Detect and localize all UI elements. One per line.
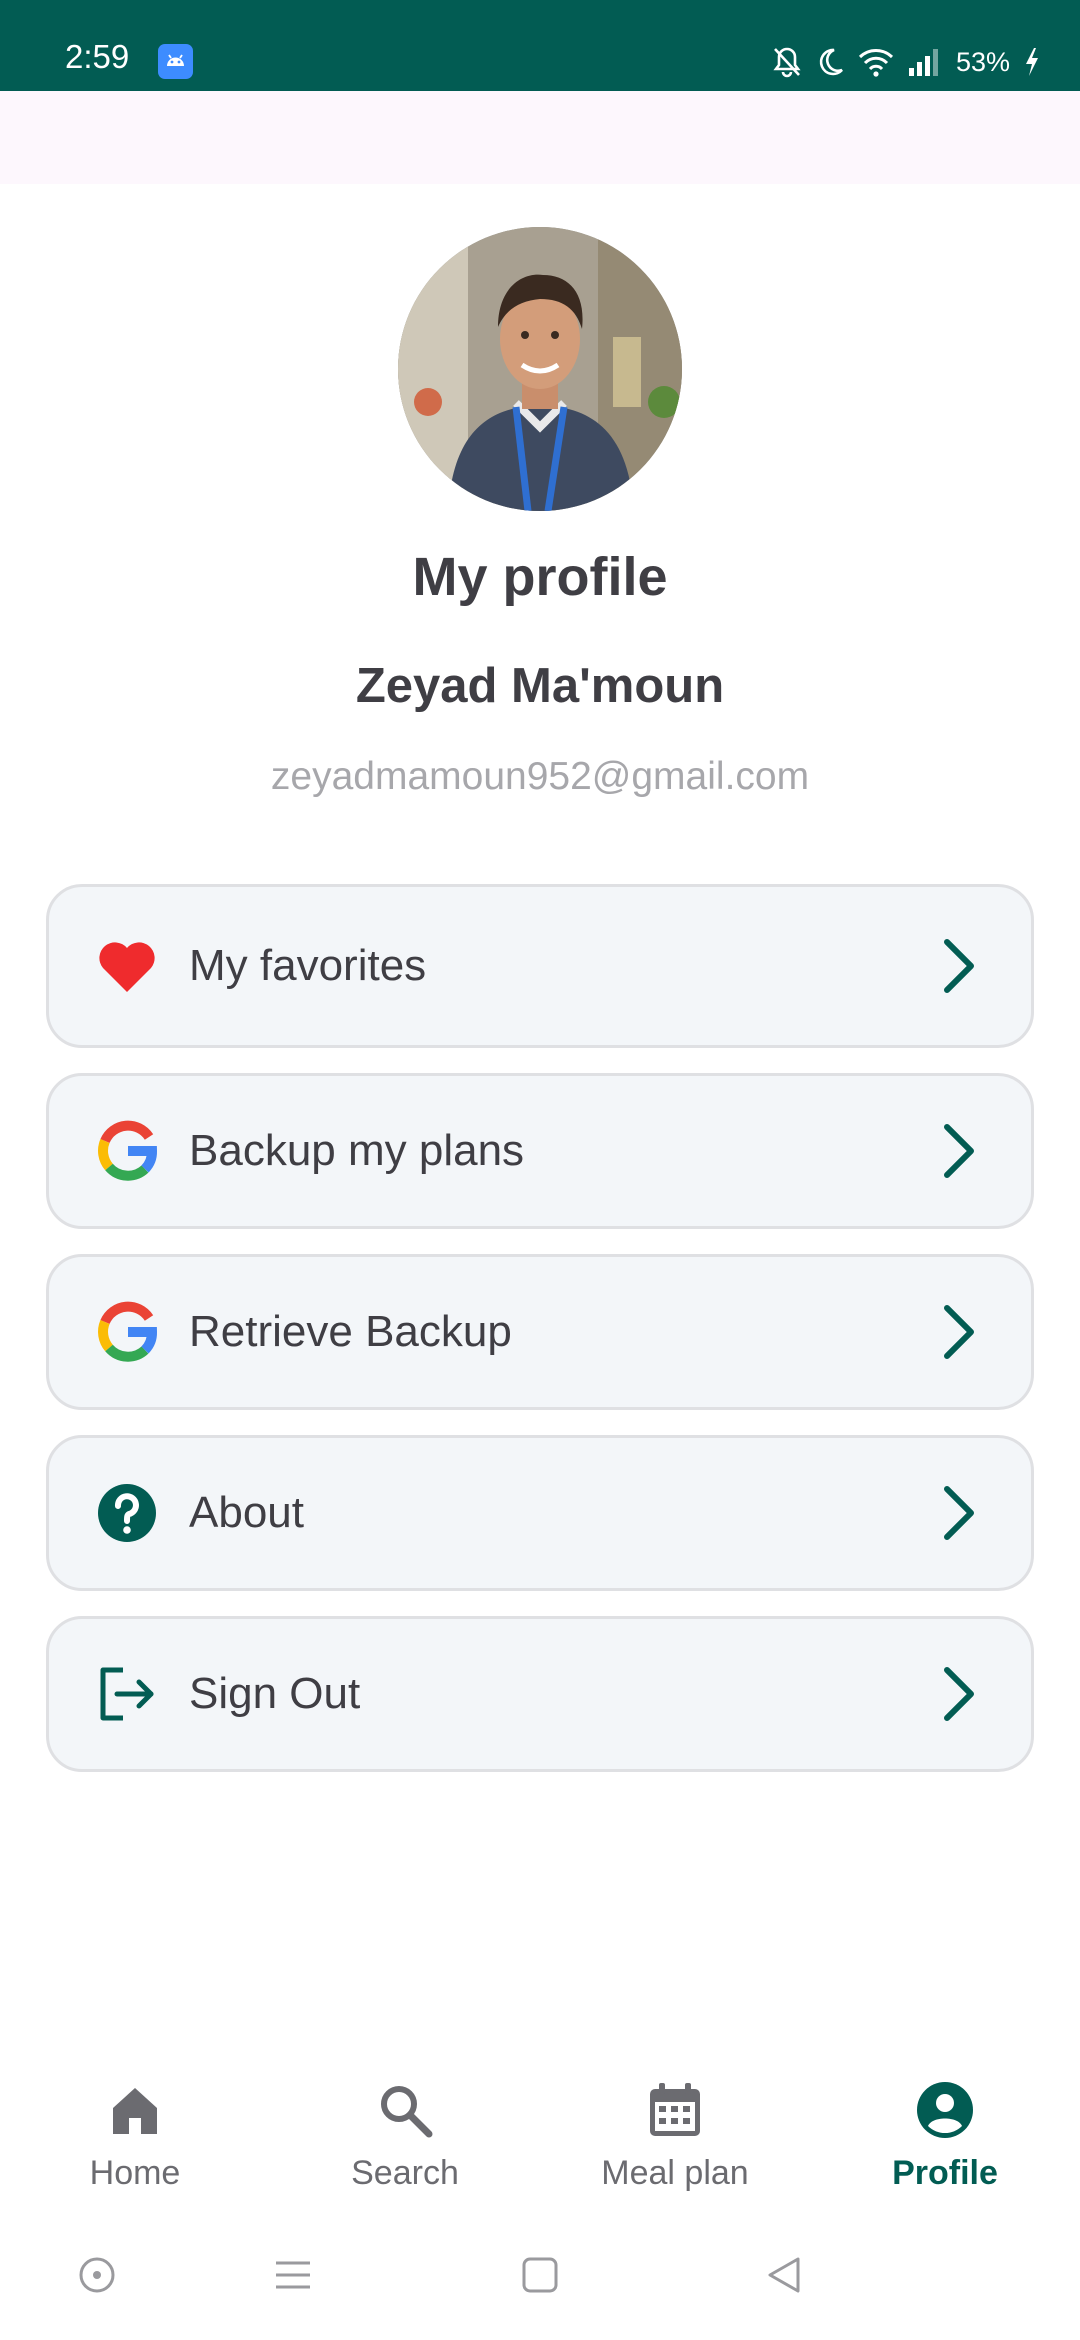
home-icon: [113, 2088, 157, 2134]
calendar-icon: [650, 2083, 700, 2136]
user-name: Zeyad Ma'moun: [355, 659, 725, 713]
bottom-navigation: Home Search Meal plan Profile: [0, 2060, 1080, 2220]
user-email: zeyadmamoun952@gmail.com: [270, 755, 810, 798]
chevron-right-icon: [939, 936, 979, 996]
signal-icon: [908, 49, 938, 76]
top-app-bar: [0, 91, 1080, 184]
account-icon: [917, 2082, 973, 2138]
retrieve-backup-button[interactable]: Retrieve Backup: [46, 1254, 1034, 1410]
wifi-icon: [858, 49, 893, 77]
notifications-off-icon: [773, 47, 801, 78]
menu-icon[interactable]: [273, 2255, 313, 2295]
nav-home-label: Home: [89, 2154, 181, 2192]
chevron-right-icon: [939, 1121, 979, 1181]
heart-icon: [95, 934, 159, 998]
charging-icon: [1026, 48, 1038, 76]
chevron-right-icon: [939, 1483, 979, 1543]
google-icon: [95, 1119, 159, 1183]
assistant-icon[interactable]: [77, 2255, 117, 2295]
help-icon: [95, 1481, 159, 1545]
search-icon: [381, 2086, 433, 2138]
retrieve-backup-label: Retrieve Backup: [189, 1307, 512, 1356]
logout-icon: [95, 1662, 159, 1726]
back-icon[interactable]: [764, 2255, 804, 2295]
nav-profile[interactable]: Profile: [810, 2060, 1080, 2220]
sign-out-button[interactable]: Sign Out: [46, 1616, 1034, 1772]
google-icon: [95, 1300, 159, 1364]
avatar[interactable]: [398, 227, 682, 511]
home-square-icon[interactable]: [520, 2255, 560, 2295]
moon-icon: [819, 48, 843, 76]
chevron-right-icon: [939, 1302, 979, 1362]
battery-percentage: 53%: [955, 46, 1010, 77]
nav-search[interactable]: Search: [270, 2060, 540, 2220]
backup-plans-label: Backup my plans: [189, 1126, 525, 1175]
nav-profile-label: Profile: [892, 2154, 998, 2192]
about-label: About: [189, 1488, 304, 1537]
nav-meal-plan-label: Meal plan: [601, 2154, 749, 2192]
profile-screen: 2:59 53% My profile Zeyad Ma'moun zeyadm…: [0, 0, 1080, 2340]
status-bar: 2:59 53%: [0, 0, 1080, 91]
chevron-right-icon: [939, 1664, 979, 1724]
system-navigation-bar: [0, 2230, 1080, 2340]
status-time: 2:59: [65, 38, 130, 75]
backup-plans-button[interactable]: Backup my plans: [46, 1073, 1034, 1229]
nav-meal-plan[interactable]: Meal plan: [540, 2060, 810, 2220]
android-notification-icon: [158, 44, 193, 79]
my-favorites-button[interactable]: My favorites: [46, 884, 1034, 1048]
nav-search-label: Search: [351, 2154, 459, 2192]
sign-out-label: Sign Out: [189, 1669, 361, 1718]
about-button[interactable]: About: [46, 1435, 1034, 1591]
nav-home[interactable]: Home: [0, 2060, 270, 2220]
page-title: My profile: [412, 547, 668, 607]
my-favorites-label: My favorites: [189, 941, 427, 990]
status-icons: 53%: [772, 44, 1040, 80]
